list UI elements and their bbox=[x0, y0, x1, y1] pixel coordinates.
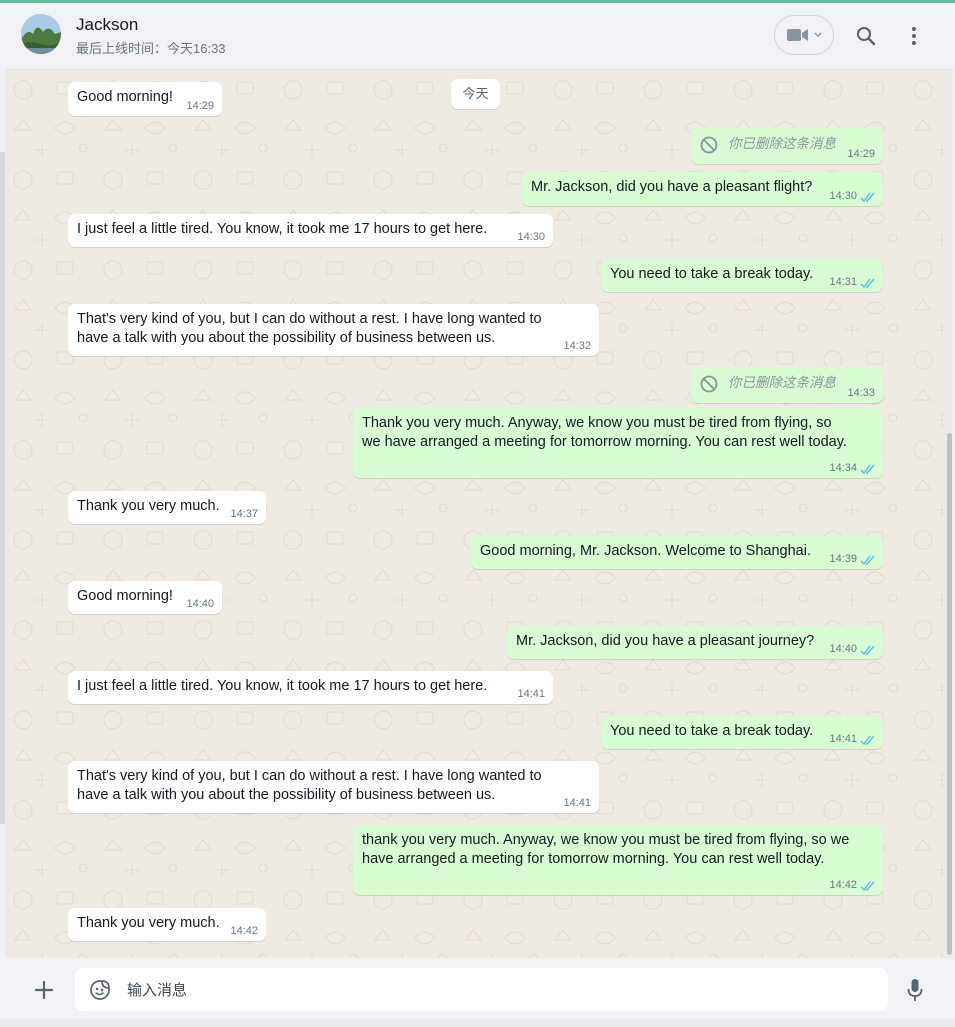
message-time: 14:31 bbox=[829, 276, 857, 288]
read-ticks-icon bbox=[860, 645, 875, 656]
incoming-message[interactable]: That's very kind of you, but I can do wi… bbox=[68, 304, 599, 356]
incoming-message[interactable]: I just feel a little tired. You know, it… bbox=[68, 214, 553, 247]
incoming-message[interactable]: Thank you very much. 14:42 bbox=[68, 908, 266, 941]
message-text: I just feel a little tired. You know, it… bbox=[77, 678, 488, 694]
read-ticks-icon bbox=[860, 735, 875, 746]
message-input[interactable] bbox=[125, 968, 869, 1013]
chat-scrollbar-thumb[interactable] bbox=[947, 433, 952, 955]
incoming-message[interactable]: Good morning! 14:40 bbox=[68, 581, 222, 614]
read-ticks-icon bbox=[860, 881, 875, 892]
message-text-line-1: That's very kind of you, but I can do wi… bbox=[77, 768, 542, 784]
outgoing-deleted-message[interactable]: 你已删除这条消息 14:29 bbox=[691, 128, 883, 164]
deleted-message-text: 你已删除这条消息 bbox=[728, 375, 836, 390]
sticker-icon[interactable] bbox=[89, 979, 111, 1001]
microphone-icon[interactable] bbox=[907, 978, 923, 1002]
message-text-line-2: have a talk with you about the possibili… bbox=[77, 787, 496, 803]
message-text: I just feel a little tired. You know, it… bbox=[77, 221, 488, 237]
contact-name[interactable]: Jackson bbox=[76, 15, 138, 35]
message-time: 14:40 bbox=[186, 598, 214, 610]
message-text-line-2: we have arranged a meeting for tomorrow … bbox=[362, 434, 847, 450]
message-time: 14:40 bbox=[829, 643, 857, 655]
outgoing-message[interactable]: thank you very much. Anyway, we know you… bbox=[353, 825, 883, 895]
deleted-message-icon bbox=[700, 375, 718, 393]
outgoing-message[interactable]: Thank you very much. Anyway, we know you… bbox=[353, 408, 883, 478]
read-ticks-icon bbox=[860, 555, 875, 566]
deleted-message-icon bbox=[700, 136, 718, 154]
message-list[interactable]: 今天 Good morning! 14:29 你已删除这条消息 14:29 Mr… bbox=[5, 70, 945, 958]
message-time: 14:29 bbox=[186, 100, 214, 112]
plus-icon[interactable] bbox=[34, 980, 54, 1000]
incoming-message[interactable]: That's very kind of you, but I can do wi… bbox=[68, 761, 599, 813]
message-text: You need to take a break today. bbox=[610, 723, 814, 739]
message-time: 14:33 bbox=[847, 387, 875, 399]
read-ticks-icon bbox=[860, 278, 875, 289]
message-time: 14:29 bbox=[847, 148, 875, 160]
chevron-down-icon bbox=[814, 32, 822, 37]
message-time: 14:30 bbox=[829, 190, 857, 202]
message-text: Good morning! bbox=[77, 588, 173, 604]
message-time: 14:30 bbox=[517, 231, 545, 243]
search-icon[interactable] bbox=[856, 26, 876, 46]
outgoing-message[interactable]: You need to take a break today. 14:41 bbox=[601, 716, 883, 749]
message-time: 14:42 bbox=[829, 879, 857, 891]
message-time: 14:34 bbox=[829, 462, 857, 474]
date-divider: 今天 bbox=[451, 79, 500, 109]
read-ticks-icon bbox=[860, 192, 875, 203]
video-call-icon bbox=[787, 29, 808, 41]
video-call-button[interactable] bbox=[774, 15, 834, 55]
incoming-message[interactable]: Good morning! 14:29 bbox=[68, 82, 222, 116]
incoming-message[interactable]: I just feel a little tired. You know, it… bbox=[68, 671, 553, 704]
message-time: 14:39 bbox=[829, 553, 857, 565]
incoming-message[interactable]: Thank you very much. 14:37 bbox=[68, 491, 266, 524]
message-text-line-2: have a talk with you about the possibili… bbox=[77, 330, 496, 346]
menu-dots-icon[interactable] bbox=[911, 26, 917, 46]
message-time: 14:41 bbox=[517, 688, 545, 700]
read-ticks-icon bbox=[860, 464, 875, 475]
message-time: 14:41 bbox=[829, 733, 857, 745]
deleted-message-text: 你已删除这条消息 bbox=[728, 136, 836, 151]
message-text-line-1: thank you very much. Anyway, we know you… bbox=[362, 832, 850, 848]
outgoing-deleted-message[interactable]: 你已删除这条消息 14:33 bbox=[691, 367, 883, 403]
outgoing-message[interactable]: Good morning, Mr. Jackson. Welcome to Sh… bbox=[471, 536, 883, 569]
message-time: 14:41 bbox=[563, 797, 591, 809]
outgoing-message[interactable]: You need to take a break today. 14:31 bbox=[601, 259, 883, 292]
message-text: Good morning, Mr. Jackson. Welcome to Sh… bbox=[480, 543, 811, 559]
message-composer[interactable] bbox=[75, 968, 888, 1013]
outgoing-message[interactable]: Mr. Jackson, did you have a pleasant fli… bbox=[522, 172, 883, 206]
message-text: Mr. Jackson, did you have a pleasant fli… bbox=[531, 179, 813, 195]
chat-window: Jackson 最后上线时间：今天16:33 今天 Good morning! … bbox=[5, 3, 953, 1027]
composer-bar bbox=[5, 958, 953, 1027]
outgoing-message[interactable]: Mr. Jackson, did you have a pleasant jou… bbox=[507, 626, 883, 659]
message-text-line-1: That's very kind of you, but I can do wi… bbox=[77, 311, 542, 327]
message-text: You need to take a break today. bbox=[610, 266, 814, 282]
message-text: Good morning! bbox=[77, 89, 173, 105]
message-time: 14:37 bbox=[230, 508, 258, 520]
last-seen-status: 最后上线时间：今天16:33 bbox=[76, 41, 226, 56]
message-text: Mr. Jackson, did you have a pleasant jou… bbox=[516, 633, 815, 649]
message-text: Thank you very much. bbox=[77, 915, 220, 931]
window-bottom-edge bbox=[0, 1019, 955, 1027]
message-time: 14:32 bbox=[563, 340, 591, 352]
chat-header: Jackson 最后上线时间：今天16:33 bbox=[5, 3, 953, 70]
message-text: Thank you very much. bbox=[77, 498, 220, 514]
message-text-line-1: Thank you very much. Anyway, we know you… bbox=[362, 415, 832, 431]
message-text-line-2: have arranged a meeting for tomorrow mor… bbox=[362, 851, 825, 867]
message-time: 14:42 bbox=[230, 925, 258, 937]
avatar[interactable] bbox=[21, 14, 61, 54]
avatar-image bbox=[21, 14, 61, 54]
